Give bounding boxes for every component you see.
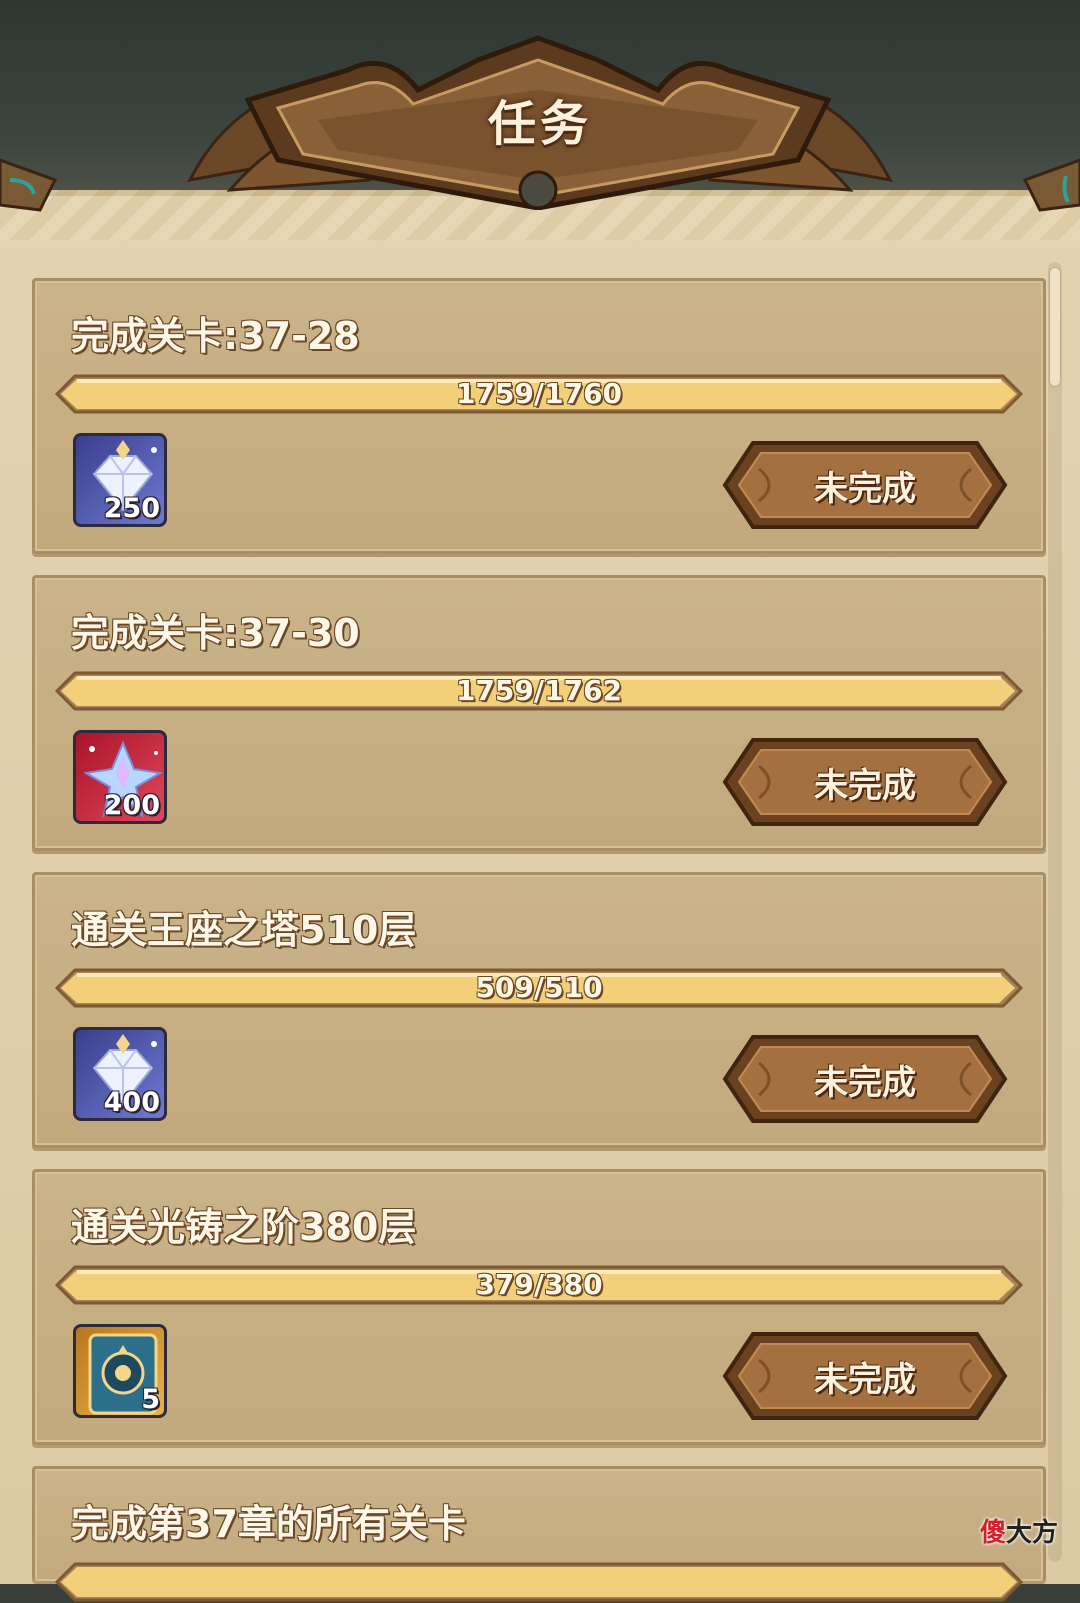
button-label: 未完成 [814,1360,916,1400]
task-card: 通关光铸之阶380层 379/380 5 未完成 [32,1169,1046,1445]
progress-text: 509/510 [475,971,603,1004]
progress-bar: 379/380 [53,1264,1025,1306]
page-title: 任务 [487,96,592,152]
progress-text: 1759/1762 [455,674,623,707]
button-label: 未完成 [814,469,916,509]
button-label: 未完成 [814,1063,916,1103]
reward-item[interactable]: 5 [73,1324,167,1418]
reward-count: 200 [103,790,160,821]
progress-text: 379/380 [475,1268,603,1301]
task-title: 完成关卡:37-30 [71,611,360,655]
reward-item[interactable]: 250 [73,433,167,527]
reward-item[interactable]: 200 [73,730,167,824]
progress-bar: 509/510 [53,967,1025,1009]
incomplete-button[interactable]: 未完成 [719,736,1011,828]
progress-text: 1759/1760 [455,377,623,410]
incomplete-button[interactable]: 未完成 [719,1330,1011,1422]
watermark-part1: 傻 [980,1518,1007,1548]
task-card: 完成关卡:37-30 1759/1762 200 未完成 [32,575,1046,851]
watermark-part2: 大方 [1006,1518,1059,1548]
watermark: 傻大方 [980,1512,1058,1549]
task-card: 完成关卡:37-28 1759/1760 250 未完成 [32,278,1046,554]
task-title: 完成关卡:37-28 [71,314,360,358]
reward-count: 5 [141,1384,160,1415]
task-title: 完成第37章的所有关卡 [71,1502,466,1546]
task-card: 完成第37章的所有关卡 [32,1466,1046,1602]
task-title: 通关王座之塔510层 [71,908,417,952]
progress-bar [53,1561,1025,1603]
reward-item[interactable]: 400 [73,1027,167,1121]
incomplete-button[interactable]: 未完成 [719,439,1011,531]
scrollbar-thumb[interactable] [1050,268,1060,386]
reward-count: 400 [103,1087,160,1118]
progress-bar: 1759/1760 [53,373,1025,415]
progress-bar: 1759/1762 [53,670,1025,712]
reward-count: 250 [103,493,160,524]
incomplete-button[interactable]: 未完成 [719,1033,1011,1125]
task-card: 通关王座之塔510层 509/510 400 未完成 [32,872,1046,1148]
button-label: 未完成 [814,766,916,806]
left-corner-ornament [0,158,58,212]
task-title: 通关光铸之阶380层 [71,1205,417,1249]
right-corner-ornament [1022,158,1080,212]
scrollbar-track[interactable] [1048,262,1062,1562]
